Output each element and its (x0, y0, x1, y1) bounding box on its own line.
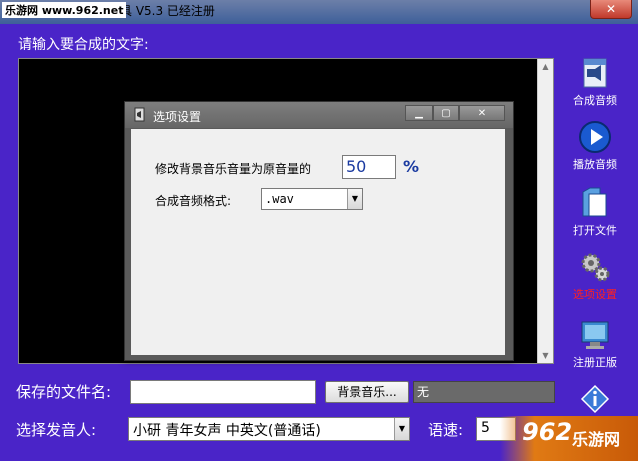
dialog-maximize-button[interactable]: ▢ (433, 105, 459, 121)
speed-label: 语速: (428, 421, 464, 439)
format-label: 合成音频格式: (155, 194, 232, 208)
chevron-down-icon[interactable]: ▼ (347, 189, 362, 209)
voice-select[interactable]: 小研 青年女声 中英文(普通话) ▼ (128, 417, 410, 441)
sidebar-register-label: 注册正版 (573, 356, 617, 369)
voice-label: 选择发音人: (16, 421, 97, 439)
watermark-logo: 962 乐游网 (500, 416, 638, 461)
sidebar-options-button[interactable]: 选项设置 (566, 250, 624, 302)
format-select[interactable]: .wav ▼ (261, 188, 363, 210)
sidebar-synthesize-button[interactable]: 合成音频 (566, 56, 624, 108)
sidebar-play-label: 播放音频 (573, 158, 617, 171)
dialog-minimize-button[interactable]: ▁ (405, 105, 433, 121)
speaker-file-icon (578, 56, 612, 90)
gears-icon (578, 250, 612, 284)
dialog-close-button[interactable]: ✕ (459, 105, 505, 121)
sidebar-synthesize-label: 合成音频 (573, 94, 617, 107)
voice-selected-value: 小研 青年女声 中英文(普通话) (133, 423, 321, 439)
dialog-title: 选项设置 (153, 110, 202, 124)
dialog-app-icon (134, 107, 145, 122)
filename-label: 保存的文件名: (16, 383, 112, 401)
open-file-icon (578, 186, 612, 220)
window-close-button[interactable]: ✕ (590, 0, 632, 19)
text-input-label: 请输入要合成的文字: (18, 37, 149, 53)
format-selected-value: .wav (265, 192, 294, 206)
text-area-scrollbar[interactable]: ▲ ▼ (537, 59, 553, 363)
info-icon[interactable] (580, 384, 610, 414)
play-icon (578, 120, 612, 154)
volume-input[interactable]: 50 (342, 155, 396, 179)
percent-sign: % (403, 157, 420, 176)
sidebar-play-button[interactable]: 播放音频 (566, 120, 624, 172)
sidebar-open-label: 打开文件 (573, 224, 617, 237)
background-music-button[interactable]: 背景音乐... (325, 381, 409, 403)
watermark-brand: 962 (522, 418, 573, 446)
options-dialog: 选项设置 ▁ ▢ ✕ 修改背景音乐音量为原音量的 50 % 合成音频格式: .w… (124, 101, 514, 361)
background-music-value: 无 (413, 381, 555, 403)
watermark-text: 乐游网 www.962.net (2, 2, 127, 18)
register-icon (578, 318, 612, 352)
scroll-up-icon[interactable]: ▲ (538, 59, 553, 74)
dialog-titlebar: 选项设置 ▁ ▢ ✕ (125, 102, 513, 128)
watermark-sub: 乐游网 (572, 430, 621, 449)
sidebar-options-label: 选项设置 (573, 288, 617, 301)
chevron-down-icon[interactable]: ▼ (394, 418, 409, 440)
scroll-down-icon[interactable]: ▼ (538, 348, 553, 363)
sidebar-open-button[interactable]: 打开文件 (566, 186, 624, 238)
volume-label: 修改背景音乐音量为原音量的 (155, 162, 312, 176)
dialog-body: 修改背景音乐音量为原音量的 50 % 合成音频格式: .wav ▼ (131, 129, 505, 355)
sidebar-register-button[interactable]: 注册正版 (566, 318, 624, 370)
filename-input[interactable] (130, 380, 316, 404)
